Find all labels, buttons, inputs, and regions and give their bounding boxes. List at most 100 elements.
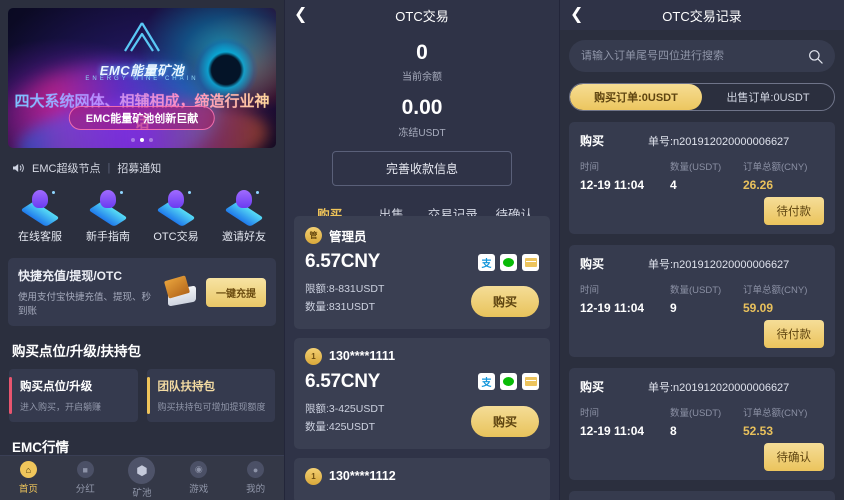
offer-seller-name: 管理员 <box>329 230 367 244</box>
chevron-left-icon[interactable]: ❮ <box>294 7 307 23</box>
offer-list[interactable]: 管 管理员 6.57CNY 支 限额:8-831USDT 数量:831USDT … <box>285 216 559 500</box>
emc-logo-icon <box>124 22 160 52</box>
record-qty: 8 <box>670 424 677 438</box>
frozen-usdt-label: 冻结USDT <box>398 127 446 139</box>
search-input[interactable] <box>581 50 800 62</box>
offer-card[interactable]: 1 130****1112 <box>294 457 550 500</box>
guide-icon <box>88 190 128 227</box>
buy-card-title: 购买点位/升级 <box>20 381 93 393</box>
alipay-icon: 支 <box>478 373 495 391</box>
record-status-badge[interactable]: 待付款 <box>763 197 824 225</box>
offer-card[interactable]: 1 130****1111 6.57CNY 支 限额:3-425USDT 数量:… <box>294 337 550 449</box>
quick-entry-label: 新手指南 <box>86 231 130 243</box>
offer-price: 6.57CNY <box>305 251 380 272</box>
banner-carousel[interactable]: EMC能量矿池 ENERGY MINE CHAIN 四大系统网体、相辅相成，缔造… <box>0 0 284 148</box>
cube-icon: ⬢ <box>128 457 156 484</box>
record-type: 购买 <box>580 257 605 271</box>
tabbar-label: 矿池 <box>132 488 152 499</box>
team-support-pack-card[interactable]: 团队扶持包 购买扶持包可增加提现额度 <box>146 369 275 422</box>
current-balance-value: 0 <box>416 41 428 64</box>
col-header-time: 时间 <box>580 162 600 173</box>
segment-buy-orders[interactable]: 购买订单:0USDT <box>570 84 702 110</box>
record-time: 12-19 11:04 <box>580 178 645 192</box>
invite-icon <box>224 190 264 227</box>
offer-buy-button[interactable]: 购买 <box>470 405 539 437</box>
record-total: 59.09 <box>743 301 774 315</box>
offer-limit: 限额:8-831USDT <box>305 283 385 295</box>
wechat-pay-icon <box>500 253 517 271</box>
offer-price: 6.57CNY <box>305 370 380 392</box>
home-icon: ⌂ <box>19 461 37 478</box>
tabbar-item-home[interactable]: ⌂ 首页 <box>0 461 57 495</box>
buy-card-desc: 购买扶持包可增加提现额度 <box>157 402 266 412</box>
otc-page-title: OTC交易 <box>395 8 449 24</box>
record-order-no: 单号:n201912020000006627 <box>648 258 790 271</box>
notice-bar[interactable]: EMC超级节点 | 招募通知 <box>0 148 284 186</box>
banner-dots[interactable] <box>131 138 153 142</box>
quick-entry-invite[interactable]: 邀请好友 <box>210 190 278 244</box>
home-panel: EMC能量矿池 ENERGY MINE CHAIN 四大系统网体、相辅相成，缔造… <box>0 0 285 500</box>
tabbar-item-mine[interactable]: ● 我的 <box>227 461 284 495</box>
alipay-icon: 支 <box>478 253 495 271</box>
record-card[interactable]: 购买 单号:n201912020000006627 <box>569 491 835 500</box>
record-total: 52.53 <box>743 424 774 438</box>
record-total: 26.26 <box>743 178 774 192</box>
buy-node-upgrade-card[interactable]: 购买点位/升级 进入购买，开启躺赚 <box>9 369 138 422</box>
order-search-bar[interactable] <box>569 40 835 72</box>
tabbar-label: 首页 <box>18 484 38 495</box>
tabbar-item-game[interactable]: ◉ 游戏 <box>170 461 227 495</box>
quick-entry-otc[interactable]: OTC交易 <box>142 190 210 244</box>
quick-entry-guide[interactable]: 新手指南 <box>74 190 142 244</box>
recharge-subtitle: 使用支付宝快捷充值、提现、秒到账 <box>18 292 152 317</box>
record-card[interactable]: 购买 单号:n201912020000006627 时间 12-19 11:04… <box>569 122 835 234</box>
buy-cards-row: 购买点位/升级 进入购买，开启躺赚 团队扶持包 购买扶持包可增加提现额度 <box>0 369 284 434</box>
wechat-pay-icon <box>500 373 517 391</box>
notice-separator: | <box>107 162 111 174</box>
tabbar-item-dividend[interactable]: ■ 分红 <box>57 461 114 495</box>
user-icon: ● <box>247 461 265 478</box>
banner-dot-active[interactable] <box>140 138 144 142</box>
bank-card-icon <box>522 253 539 271</box>
search-icon[interactable] <box>808 49 823 64</box>
quick-entry-customer-service[interactable]: 在线客服 <box>6 190 74 244</box>
banner-logo-subtitle: ENERGY MINE CHAIN <box>85 76 199 82</box>
tabbar-item-pool[interactable]: ⬢ 矿池 <box>114 457 171 499</box>
banner-dot[interactable] <box>149 138 153 142</box>
otc-record-body: 购买订单:0USDT 出售订单:0USDT 购买 单号:n20191202000… <box>560 30 844 500</box>
banner-slide[interactable]: EMC能量矿池 ENERGY MINE CHAIN 四大系统网体、相辅相成，缔造… <box>8 8 276 148</box>
segment-sell-orders[interactable]: 出售订单:0USDT <box>702 84 834 110</box>
notice-text: EMC超级节点 <box>32 163 101 175</box>
payment-methods: 支 <box>478 253 539 271</box>
record-card[interactable]: 购买 单号:n201912020000006627 时间 12-19 11:04… <box>569 368 835 480</box>
tabbar-label: 游戏 <box>189 484 209 495</box>
otc-header: ❮ OTC交易 <box>285 0 559 30</box>
offer-card[interactable]: 管 管理员 6.57CNY 支 限额:8-831USDT 数量:831USDT … <box>294 216 550 329</box>
chevron-left-icon[interactable]: ❮ <box>570 7 583 23</box>
record-status-badge[interactable]: 待确认 <box>763 443 824 471</box>
customer-service-icon <box>20 190 60 227</box>
buy-card-title: 团队扶持包 <box>157 381 216 393</box>
col-header-qty: 数量(USDT) <box>670 408 722 419</box>
quick-recharge-card[interactable]: 快捷充值/提现/OTC 使用支付宝快捷充值、提现、秒到账 一键充提 <box>8 258 276 326</box>
col-header-time: 时间 <box>580 408 600 419</box>
quick-entry-label: 邀请好友 <box>222 231 266 243</box>
record-type: 购买 <box>580 134 605 148</box>
avatar: 1 <box>305 467 322 485</box>
wallet-icon <box>163 275 200 307</box>
record-qty: 9 <box>670 301 677 315</box>
quick-entry-grid: 在线客服 新手指南 OTC交易 邀请好友 <box>0 186 284 258</box>
col-header-qty: 数量(USDT) <box>670 285 722 296</box>
frozen-usdt-value: 0.00 <box>401 96 443 120</box>
banner-dot[interactable] <box>131 138 135 142</box>
record-order-no: 单号:n201912020000006627 <box>648 135 790 148</box>
one-click-recharge-button[interactable]: 一键充提 <box>206 277 266 307</box>
record-card[interactable]: 购买 单号:n201912020000006627 时间 12-19 11:04… <box>569 245 835 357</box>
speaker-icon <box>13 163 24 173</box>
record-status-badge[interactable]: 待付款 <box>763 320 824 348</box>
complete-payment-info-button[interactable]: 完善收款信息 <box>332 150 512 186</box>
avatar: 管 <box>305 227 322 244</box>
col-header-total: 订单总额(CNY) <box>743 408 808 419</box>
order-type-segmented-control: 购买订单:0USDT 出售订单:0USDT <box>569 83 835 111</box>
tabbar-label: 我的 <box>246 484 266 495</box>
offer-buy-button[interactable]: 购买 <box>470 285 539 317</box>
